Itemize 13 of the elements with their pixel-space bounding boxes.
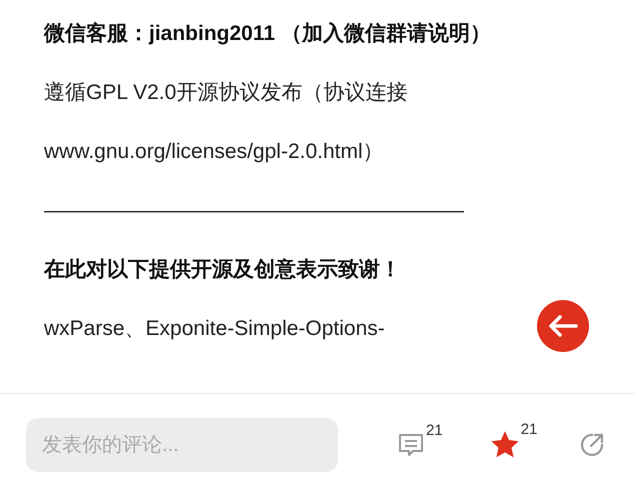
comment-icon[interactable] bbox=[398, 432, 424, 458]
back-button[interactable] bbox=[537, 300, 589, 352]
paragraph: ———————————————————— bbox=[44, 198, 464, 224]
paragraph: 在此对以下提供开源及创意表示致谢！ bbox=[44, 257, 401, 283]
comment-field[interactable]: 发表你的评论... bbox=[26, 418, 338, 472]
share-icon[interactable] bbox=[578, 431, 606, 459]
paragraph: wxParse、Exponite-Simple-Options- bbox=[44, 316, 385, 342]
paragraph: 遵循GPL V2.0开源协议发布（协议连接 www.gnu.org/licenses/gpl-2.0.html） bbox=[44, 80, 408, 165]
paragraph: 微信客服：jianbing2011 （加入微信群请说明） bbox=[44, 20, 491, 47]
comment-count: 21 bbox=[426, 422, 443, 439]
left-arrow-icon bbox=[548, 315, 578, 337]
like-count: 21 bbox=[520, 421, 538, 438]
star-icon[interactable] bbox=[490, 431, 519, 459]
